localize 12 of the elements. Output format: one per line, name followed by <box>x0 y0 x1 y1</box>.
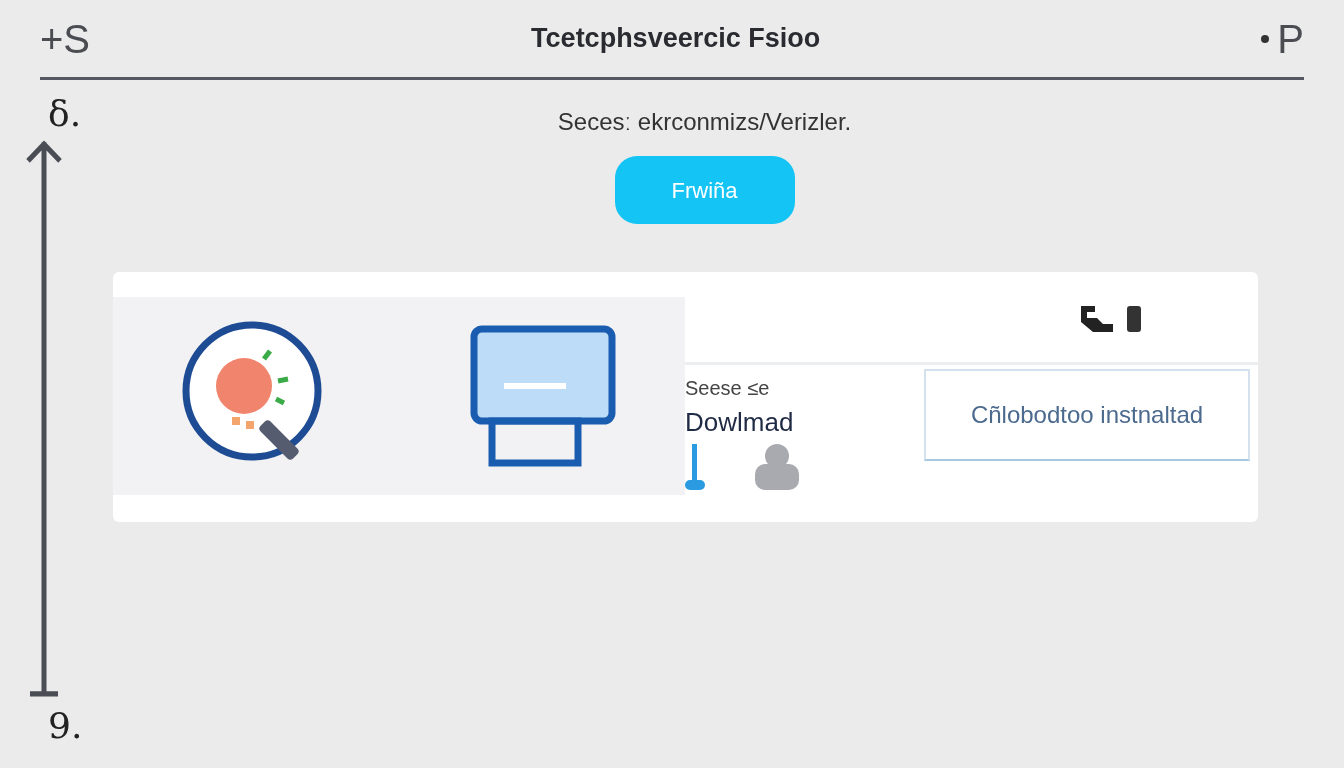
window-title: Tcetcphsveercic Fsioo <box>531 22 821 56</box>
download-heading: Dowlmad <box>685 406 795 439</box>
axis-label: δ. <box>48 96 83 132</box>
caption: Seese ≤e <box>685 376 771 401</box>
header-label: P <box>1277 18 1304 59</box>
dot-icon <box>1261 34 1270 43</box>
header-label: +S <box>40 18 91 59</box>
monitor-icon <box>470 325 616 467</box>
status-box: Cñlobodtoo instnaltad <box>924 369 1250 461</box>
subtitle: Secesː ekrconmizs/Verizler. <box>557 108 852 135</box>
axis-label: 9. <box>48 708 84 744</box>
primary-button[interactable]: Frwiña <box>614 156 795 224</box>
